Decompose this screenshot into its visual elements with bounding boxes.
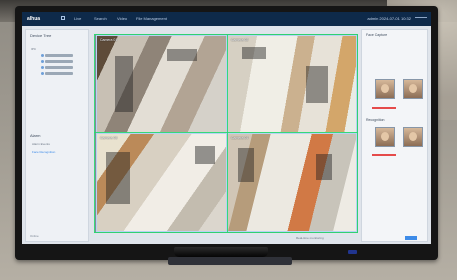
- grid-overlay-line: [94, 232, 358, 233]
- user-status: admin 2024-07-01 10:32: [367, 16, 411, 21]
- camera-label: Camera 03: [100, 136, 118, 140]
- captured-face-image[interactable]: [403, 127, 423, 147]
- confirm-button[interactable]: [405, 236, 417, 240]
- camera-icon: [41, 54, 44, 57]
- nav-item-search[interactable]: Search: [94, 16, 107, 21]
- nav-item-file-management[interactable]: File Management: [136, 16, 167, 21]
- camera-icon: [41, 66, 44, 69]
- device-sidebar: Device Tree IPC Alarm Alarm Events Face …: [25, 29, 89, 242]
- recognition-title: Recognition: [366, 118, 385, 122]
- captured-face-image[interactable]: [403, 79, 423, 99]
- bottom-status-text: Real-time monitoring: [296, 236, 324, 240]
- video-content: [306, 66, 328, 103]
- captured-face-image[interactable]: [375, 127, 395, 147]
- monitor-screen: alhua Live Search Video File Management …: [22, 12, 431, 244]
- device-item-4[interactable]: [45, 72, 73, 75]
- video-tile-4[interactable]: Camera 04: [227, 133, 357, 232]
- video-content: [316, 154, 332, 180]
- video-content: [195, 146, 215, 164]
- stand-base: [168, 257, 292, 265]
- nav-item-video[interactable]: Video: [117, 16, 127, 21]
- grid-overlay-line: [227, 34, 228, 233]
- camera-icon: [41, 72, 44, 75]
- camera-label: Camera 02: [231, 38, 249, 42]
- camera-label: Camera 04: [231, 136, 249, 140]
- device-item-root[interactable]: IPC: [31, 47, 36, 51]
- video-content: [238, 148, 254, 182]
- face-recognition-item[interactable]: Face Recognition: [32, 150, 55, 154]
- face-capture-panel: Face Capture Recognition: [361, 29, 428, 242]
- device-item-1[interactable]: [45, 54, 73, 57]
- video-content: [167, 49, 197, 61]
- video-content: [106, 152, 130, 204]
- home-icon[interactable]: [61, 16, 65, 20]
- top-navigation-bar: alhua Live Search Video File Management …: [22, 12, 431, 26]
- video-tile-3[interactable]: Camera 03: [96, 133, 227, 232]
- captured-face-image[interactable]: [375, 79, 395, 99]
- bottom-status-strip: Real-time monitoring: [96, 234, 357, 242]
- alert-indicator: [372, 154, 396, 156]
- face-capture-title: Face Capture: [366, 33, 388, 37]
- video-content: [115, 56, 133, 112]
- alert-indicator: [372, 107, 396, 109]
- camera-label: Camera 01: [100, 38, 118, 42]
- device-item-3[interactable]: [45, 66, 73, 69]
- grid-overlay-line: [94, 132, 358, 133]
- alarm-section-title: Alarm: [30, 133, 41, 138]
- nav-item-live[interactable]: Live: [74, 16, 81, 21]
- status-footer: Online: [30, 234, 39, 238]
- monitor-logo-badge: [348, 250, 357, 254]
- grid-overlay-line: [94, 34, 358, 35]
- video-tile-1[interactable]: Camera 01: [96, 35, 227, 133]
- grid-overlay-line: [94, 34, 95, 233]
- device-item-2[interactable]: [45, 60, 73, 63]
- video-tile-2[interactable]: Camera 02: [227, 35, 357, 133]
- window-controls-icon[interactable]: [415, 17, 427, 21]
- alarm-events-item[interactable]: Alarm Events: [32, 142, 50, 146]
- app-logo: alhua: [27, 16, 41, 22]
- device-tree-title: Device Tree: [30, 33, 52, 38]
- camera-icon: [41, 60, 44, 63]
- video-content: [242, 47, 266, 59]
- grid-overlay-line: [357, 34, 358, 233]
- monitor-stand: [174, 247, 268, 257]
